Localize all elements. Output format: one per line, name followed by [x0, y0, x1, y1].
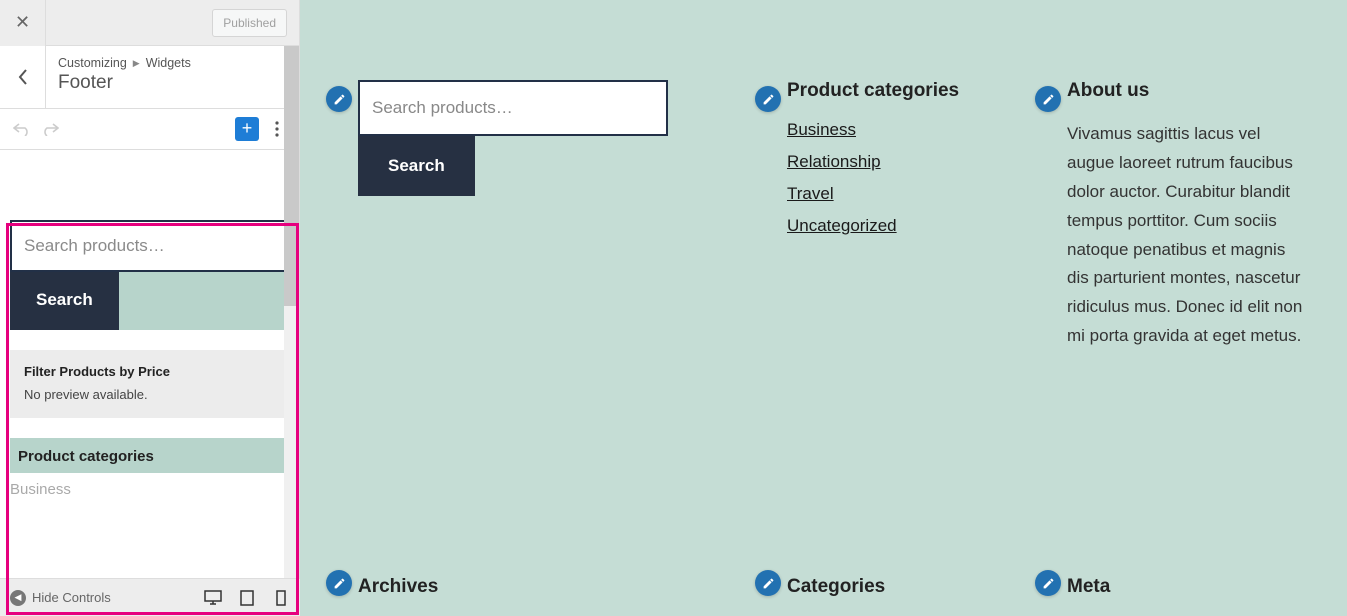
edit-shortcut-meta[interactable] [1035, 570, 1061, 596]
meta-heading: Meta [1067, 576, 1307, 598]
category-link[interactable]: Relationship [787, 152, 1017, 172]
device-desktop-button[interactable] [204, 589, 222, 607]
footer-col-categories: Product categories Business Relationship… [787, 80, 1017, 351]
archives-heading: Archives [358, 576, 737, 598]
close-customizer-button[interactable]: ✕ [0, 0, 46, 46]
category-link[interactable]: Uncategorized [787, 216, 1017, 236]
customizer-topbar: ✕ Published [0, 0, 299, 46]
edit-shortcut-about[interactable] [1035, 86, 1061, 112]
filter-empty-msg: No preview available. [24, 387, 275, 402]
add-block-button[interactable]: + [235, 117, 259, 141]
search-input-wrapper [358, 80, 668, 136]
back-button[interactable] [0, 46, 46, 108]
editor-search-placeholder[interactable]: Search products… [10, 220, 289, 272]
editor-toolbar: + [0, 109, 299, 150]
edit-shortcut-search[interactable] [326, 86, 352, 112]
breadcrumb: Customizing ▶ Widgets [58, 56, 191, 70]
footer-col-search: Search [358, 80, 737, 351]
category-link[interactable]: Business [787, 120, 1017, 140]
device-tablet-button[interactable] [238, 589, 256, 607]
editor-product-category-item: Business [10, 481, 289, 498]
widget-editor: Search products… Search Filter Products … [0, 150, 299, 616]
edit-shortcut-categories2[interactable] [755, 570, 781, 596]
about-heading: About us [1067, 80, 1307, 102]
hide-controls-button[interactable]: ◀ Hide Controls [10, 590, 111, 606]
categories-heading: Categories [787, 576, 1017, 598]
filter-title: Filter Products by Price [24, 364, 275, 379]
breadcrumb-root: Customizing [58, 56, 127, 70]
customizer-panel: ✕ Published Customizing ▶ Widgets Footer… [0, 0, 300, 616]
customizer-header: Customizing ▶ Widgets Footer [0, 46, 299, 109]
panel-title: Footer [58, 72, 191, 94]
device-mobile-button[interactable] [272, 589, 290, 607]
customizer-footer: ◀ Hide Controls [0, 578, 300, 616]
editor-teal-strip [119, 272, 289, 330]
breadcrumb-leaf: Widgets [146, 56, 191, 70]
redo-button[interactable] [38, 117, 62, 141]
editor-search-button[interactable]: Search [10, 272, 119, 330]
scroll-thumb[interactable] [284, 46, 299, 306]
preview-pane: Search Product categories Business Relat… [300, 0, 1347, 616]
filter-products-block[interactable]: Filter Products by Price No preview avai… [10, 350, 289, 418]
chevron-left-icon: ◀ [10, 590, 26, 606]
about-body: Vivamus sagittis lacus vel augue laoreet… [1067, 120, 1307, 351]
panel-scrollbar[interactable] [284, 46, 299, 578]
undo-button[interactable] [10, 117, 34, 141]
product-categories-list: Business Relationship Travel Uncategoriz… [787, 120, 1017, 236]
edit-shortcut-archives[interactable] [326, 570, 352, 596]
search-input[interactable] [360, 82, 666, 134]
chevron-right-icon: ▶ [133, 58, 140, 69]
hide-controls-label: Hide Controls [32, 590, 111, 605]
category-link[interactable]: Travel [787, 184, 1017, 204]
product-categories-heading: Product categories [787, 80, 1017, 102]
editor-product-categories-heading[interactable]: Product categories [10, 438, 289, 473]
search-button[interactable]: Search [358, 136, 475, 196]
edit-shortcut-categories[interactable] [755, 86, 781, 112]
footer-col-about: About us Vivamus sagittis lacus vel augu… [1067, 80, 1307, 351]
footer-row-2: Archives Categories Meta [358, 576, 1307, 616]
publish-status-button[interactable]: Published [212, 9, 287, 37]
